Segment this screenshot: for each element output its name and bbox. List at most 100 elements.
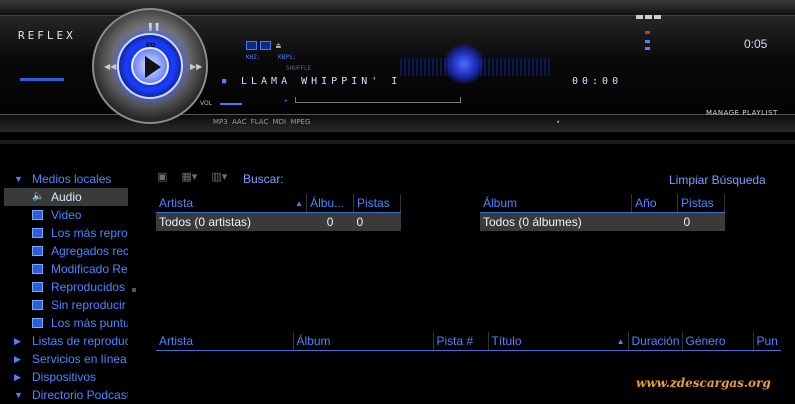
column-header-title[interactable]: ▲ Título (488, 332, 629, 351)
sidebar-splitter[interactable] (132, 288, 136, 292)
media-library: ▼ Medios locales 🔈 Audio Video Los más reprod… (0, 140, 795, 404)
sidebar-item-label: Sin reproducir (51, 298, 126, 312)
expand-arrow-icon[interactable]: ▼ (14, 170, 23, 188)
collapse-arrow-icon[interactable]: ▶ (14, 332, 21, 350)
shuffle-button[interactable]: SHUFFLE (286, 65, 311, 72)
column-header-track-number[interactable]: Pista # (433, 332, 489, 351)
sidebar-item[interactable]: Video (4, 206, 128, 224)
playlist-icon (32, 300, 43, 310)
visualizer-toggle-icon[interactable] (246, 41, 257, 50)
column-header-genre[interactable]: Género (682, 332, 754, 351)
column-header-album[interactable]: Álbu... (306, 194, 355, 213)
layout-icon[interactable]: ▦▾ (181, 170, 197, 183)
minimize-icon[interactable] (636, 15, 643, 19)
sidebar-item[interactable]: ▼ Directorio Podcast (4, 386, 128, 404)
player-bar: REFLEX ❚❚ EQ ◀◀ ▶▶ ⏏ KHZ: KBPS: SHUFFLE … (0, 0, 795, 132)
sidebar-item[interactable]: Reproducidos recientemente (4, 278, 128, 296)
sidebar-item[interactable]: ▼ Medios locales (4, 170, 128, 188)
watermark-text: www.zdescargas.org (636, 376, 771, 390)
collapse-arrow-icon[interactable]: ▶ (14, 368, 21, 386)
columns-icon[interactable]: ▥▾ (211, 170, 227, 183)
sidebar-item-label: Agregados recientemente (51, 244, 128, 258)
library-sidebar: ▼ Medios locales 🔈 Audio Video Los más reprod… (4, 170, 128, 404)
playback-time: 0:05 (744, 37, 768, 51)
track-indicator-icon: ■ (222, 77, 227, 85)
album-cell: Todos (0 álbumes) (480, 212, 632, 231)
expand-icon[interactable]: ▾ (556, 118, 560, 126)
column-header-album[interactable]: Álbum (480, 194, 633, 213)
playlist-toggle-icon[interactable] (260, 41, 271, 50)
video-icon (32, 210, 43, 220)
sidebar-item[interactable]: Los más reproducidos (4, 224, 128, 242)
column-header-tracks[interactable]: Pistas (677, 194, 725, 213)
playlist-icon (32, 228, 43, 238)
artists-table: ▲ Artista Álbu... Pistas Todos (0 artista… (156, 194, 401, 231)
playlist-icon (32, 318, 43, 328)
picture-icon[interactable]: ▣ (157, 170, 167, 183)
clear-search-button[interactable]: Limpiar Búsqueda (669, 173, 766, 187)
sidebar-item[interactable]: Los más puntuados (4, 314, 128, 332)
sidebar-item[interactable]: ▶ Dispositivos (4, 368, 128, 386)
seek-thumb-icon[interactable]: + (284, 98, 288, 105)
column-header-album[interactable]: Álbum (293, 332, 434, 351)
codec-list: MP3 AAC FLAC MDI MPEG (213, 118, 311, 126)
expand-arrow-icon[interactable]: ▼ (14, 386, 23, 404)
next-icon[interactable]: ▶▶ (190, 62, 202, 71)
transport-orb: ❚❚ EQ ◀◀ ▶▶ (92, 8, 208, 124)
maximize-icon[interactable] (645, 15, 652, 19)
column-header-year[interactable]: Año (631, 194, 679, 213)
sidebar-item[interactable]: 🔈 Audio (4, 188, 128, 206)
table-row[interactable]: Todos (0 artistas) 0 0 (156, 212, 401, 231)
sort-icon: ▲ (616, 336, 625, 346)
track-count-cell: 0 (353, 212, 401, 231)
collapse-arrow-icon[interactable]: ▶ (14, 350, 21, 368)
player-chrome-top (0, 0, 795, 16)
kbps-label: KBPS: (278, 54, 297, 61)
previous-icon[interactable]: ◀◀ (104, 62, 116, 71)
manage-playlist-button[interactable]: MANAGE PLAYLIST (706, 109, 778, 117)
track-title: LLAMA WHIPPIN' I (241, 76, 402, 87)
column-header-artist[interactable]: Artista (156, 332, 294, 351)
sidebar-item[interactable]: Sin reproducir (4, 296, 128, 314)
playlist-icon (32, 246, 43, 256)
sidebar-item-label: Directorio Podcast (32, 388, 128, 402)
sidebar-item-label: Video (51, 208, 82, 222)
close-icon[interactable] (654, 15, 661, 19)
table-row[interactable]: Todos (0 álbumes) 0 (480, 212, 725, 231)
column-header-duration[interactable]: Duración (628, 332, 683, 351)
eject-icon[interactable]: ⏏ (276, 41, 281, 50)
sidebar-item-label: Modificado Recientemente (51, 262, 128, 276)
volume-slider[interactable] (220, 103, 242, 105)
sidebar-item-label: Los más puntuados (51, 316, 128, 330)
search-label[interactable]: Buscar: (243, 172, 284, 186)
visualizer-glow (444, 44, 484, 84)
albums-table: Álbum Año Pistas Todos (0 álbumes) 0 (480, 194, 725, 231)
sidebar-item[interactable]: Modificado Recientemente (4, 260, 128, 278)
khz-label: KHZ: (246, 54, 261, 61)
sidebar-item-label: Listas de reproducción (32, 334, 128, 348)
status-light-icon (645, 31, 650, 34)
left-level-meter (20, 78, 64, 81)
sidebar-item-label: Servicios en línea (32, 352, 127, 366)
column-header-rating[interactable]: Pun (753, 332, 781, 351)
year-cell (631, 212, 678, 231)
app-logo: REFLEX (18, 29, 76, 42)
sidebar-item-label: Los más reproducidos (51, 226, 128, 240)
status-light-icon (645, 40, 650, 43)
view-toolbar: ▣ ▦▾ ▥▾ (157, 170, 241, 183)
pause-icon[interactable]: ❚❚ (147, 22, 160, 31)
track-count-cell: 0 (677, 212, 725, 231)
sidebar-item-label: Dispositivos (32, 370, 97, 384)
column-header-tracks[interactable]: Pistas (353, 194, 401, 213)
column-header-artist[interactable]: ▲ Artista (156, 194, 308, 213)
sidebar-item-label: Medios locales (32, 172, 112, 186)
sidebar-item-label: Audio (51, 190, 82, 204)
sidebar-item[interactable]: ▶ Servicios en línea (4, 350, 128, 368)
tracks-table: Artista Álbum Pista # ▲ Título Duración G… (156, 332, 781, 351)
sidebar-item[interactable]: ▶ Listas de reproducción (4, 332, 128, 350)
sort-icon: ▲ (295, 198, 304, 208)
sidebar-item[interactable]: Agregados recientemente (4, 242, 128, 260)
status-light-icon (645, 47, 650, 50)
play-button[interactable] (131, 47, 169, 85)
seek-bar[interactable] (295, 97, 461, 103)
